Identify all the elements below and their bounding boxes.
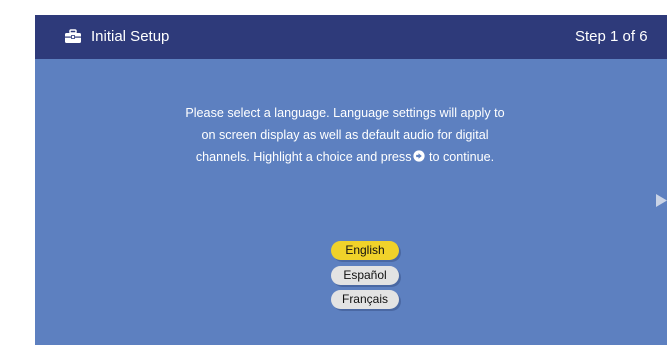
- page-title: Initial Setup: [91, 28, 170, 45]
- step-indicator: Step 1 of 6: [575, 28, 648, 45]
- header-bar: Initial Setup Step 1 of 6: [35, 15, 667, 59]
- next-arrow-icon[interactable]: [656, 194, 667, 207]
- instructions-line-3: channels. Highlight a choice and press t…: [155, 146, 535, 168]
- instructions-line-2: on screen display as well as default aud…: [201, 128, 489, 142]
- ok-button-icon: [412, 150, 425, 162]
- toolbox-icon: [65, 29, 81, 43]
- instructions-line-3-end: to continue.: [425, 150, 495, 164]
- instructions-line-3-start: channels. Highlight a choice and press: [195, 150, 412, 164]
- instructions-text: Please select a language. Language setti…: [155, 102, 535, 168]
- language-option-francais[interactable]: Français: [331, 290, 399, 309]
- language-option-english[interactable]: English: [331, 241, 399, 260]
- setup-screen: Initial Setup Step 1 of 6 Please select …: [35, 15, 667, 345]
- language-option-espanol[interactable]: Español: [331, 266, 399, 285]
- instructions-line-1: Please select a language. Language setti…: [185, 106, 505, 120]
